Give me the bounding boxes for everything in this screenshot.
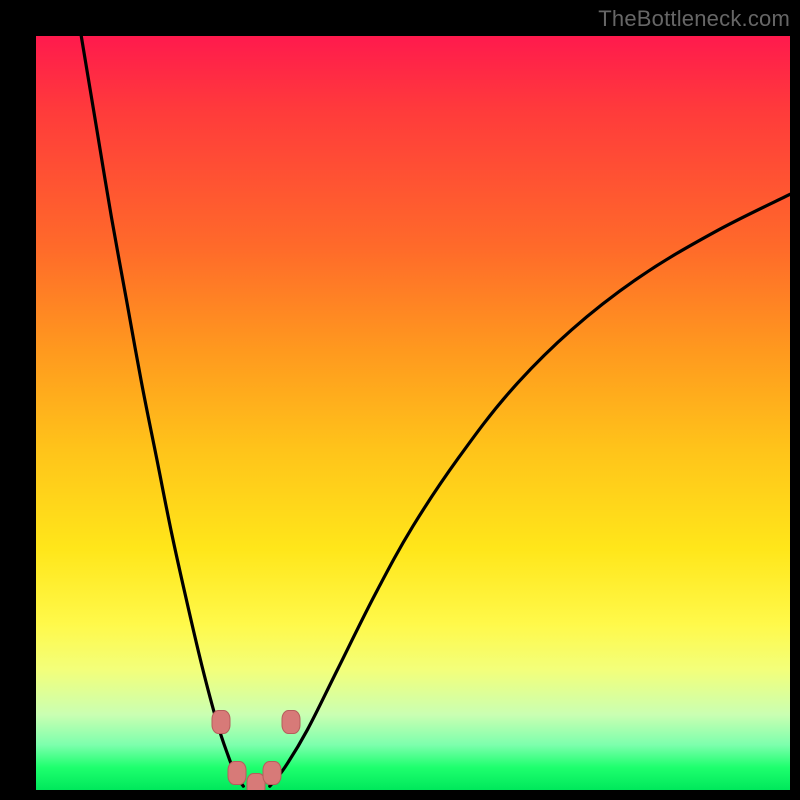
- curve-marker: [211, 710, 230, 734]
- plot-area: [36, 36, 790, 790]
- curve-marker: [228, 761, 247, 785]
- watermark-text: TheBottleneck.com: [598, 6, 790, 32]
- curve-marker: [263, 761, 282, 785]
- chart-frame: TheBottleneck.com: [0, 0, 800, 800]
- bottleneck-curve: [36, 36, 790, 790]
- curve-marker: [281, 710, 300, 734]
